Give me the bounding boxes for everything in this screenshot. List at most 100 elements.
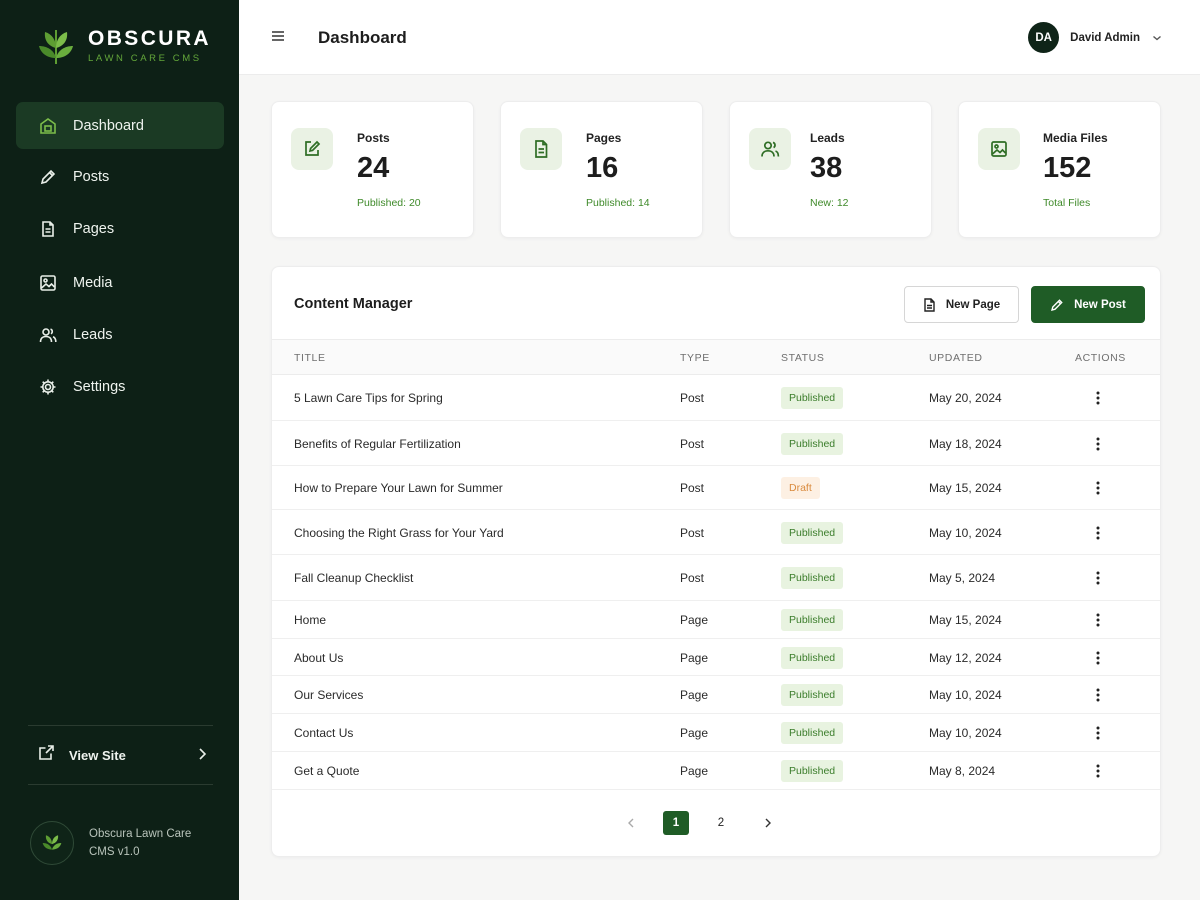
sidebar-item-label: Posts <box>73 168 110 185</box>
table-row[interactable]: Fall Cleanup Checklist Post Published May 5… <box>272 555 1160 601</box>
table-row[interactable]: Contact Us Page Published May 10, 2024 <box>272 714 1160 752</box>
more-actions-icon[interactable] <box>1090 480 1106 496</box>
row-title[interactable]: 5 Lawn Care Tips for Spring <box>294 391 443 405</box>
status-badge: Published <box>781 684 844 706</box>
column-header-title[interactable]: TITLE <box>294 352 326 364</box>
image-icon <box>978 128 1020 170</box>
row-title[interactable]: Contact Us <box>294 726 353 740</box>
more-actions-icon[interactable] <box>1090 570 1106 586</box>
table-row[interactable]: Get a Quote Page Published May 8, 2024 <box>272 752 1160 790</box>
sidebar-item-label: Settings <box>73 378 126 395</box>
new-post-button[interactable]: New Post <box>1031 286 1145 323</box>
column-header-type[interactable]: TYPE <box>680 352 710 364</box>
table-row[interactable]: 5 Lawn Care Tips for Spring Post Published… <box>272 375 1160 421</box>
stat-value: 38 <box>810 152 843 184</box>
row-type: Post <box>680 391 705 405</box>
more-actions-icon[interactable] <box>1090 687 1106 703</box>
user-name: David Admin <box>1070 31 1140 44</box>
row-updated: May 10, 2024 <box>929 688 1002 702</box>
brand-name: OBSCURA <box>88 27 211 50</box>
sidebar-divider <box>28 784 213 785</box>
table-row[interactable]: Our Services Page Published May 10, 2024 <box>272 676 1160 714</box>
pencil-icon <box>38 167 58 187</box>
stat-label: Posts <box>357 131 390 145</box>
table-row[interactable]: Benefits of Regular Fertilization Post Pub… <box>272 421 1160 466</box>
users-icon <box>749 128 791 170</box>
more-actions-icon[interactable] <box>1090 650 1106 666</box>
row-title[interactable]: About Us <box>294 651 343 665</box>
sidebar-item-label: Dashboard <box>73 117 144 134</box>
sidebar-footer: Obscura Lawn Care CMS v1.0 <box>30 821 204 865</box>
chevron-right-icon <box>765 818 771 828</box>
more-actions-icon[interactable] <box>1090 725 1106 741</box>
sidebar-item-media[interactable]: Media <box>16 259 224 306</box>
more-actions-icon[interactable] <box>1090 436 1106 452</box>
more-actions-icon[interactable] <box>1090 525 1106 541</box>
stat-subtext: Published: 14 <box>586 197 650 209</box>
column-header-updated[interactable]: UPDATED <box>929 352 983 364</box>
row-updated: May 15, 2024 <box>929 613 1002 627</box>
leaf-logo-icon <box>42 835 62 850</box>
stat-card-pages[interactable]: Pages 16 Published: 14 <box>500 101 703 238</box>
stat-card-media[interactable]: Media Files 152 Total Files <box>958 101 1161 238</box>
external-link-icon <box>38 744 55 766</box>
row-title[interactable]: Fall Cleanup Checklist <box>294 571 413 585</box>
sidebar-item-label: Leads <box>73 326 113 343</box>
pencil-icon <box>1050 298 1064 312</box>
sidebar-item-leads[interactable]: Leads <box>16 311 224 358</box>
row-updated: May 10, 2024 <box>929 525 1002 540</box>
page-button-2[interactable]: 2 <box>708 811 734 835</box>
content-manager-title: Content Manager <box>294 296 413 312</box>
row-title[interactable]: Benefits of Regular Fertilization <box>294 437 461 451</box>
app-version-text: Obscura Lawn Care CMS v1.0 <box>89 828 192 858</box>
view-site-link[interactable]: View Site <box>28 735 213 775</box>
next-page-button[interactable] <box>755 811 781 835</box>
row-type: Page <box>680 650 709 665</box>
new-page-button[interactable]: New Page <box>904 286 1019 323</box>
pagination: 1 2 <box>272 811 1160 837</box>
stat-card-leads[interactable]: Leads 38 New: 12 <box>729 101 932 238</box>
sidebar-item-label: Media <box>73 274 113 291</box>
row-title[interactable]: Our Services <box>294 688 363 702</box>
stat-subtext: Total Files <box>1043 197 1091 209</box>
stat-subtext: Published: 20 <box>357 197 421 209</box>
row-updated: May 12, 2024 <box>929 650 1002 665</box>
brand-logo[interactable]: OBSCURA LAWN CARE CMS <box>38 26 211 66</box>
more-actions-icon[interactable] <box>1090 612 1106 628</box>
page-button-1[interactable]: 1 <box>663 811 689 835</box>
row-title[interactable]: How to Prepare Your Lawn for Summer <box>294 481 503 495</box>
row-type: Page <box>680 688 709 702</box>
row-type: Post <box>680 525 705 540</box>
table-row[interactable]: Choosing the Right Grass for Your Yard Po… <box>272 510 1160 555</box>
table-row[interactable]: How to Prepare Your Lawn for Summer Post D… <box>272 466 1160 510</box>
row-type: Post <box>680 481 705 495</box>
hamburger-menu-icon[interactable] <box>270 28 288 46</box>
prev-page-button[interactable] <box>618 811 644 835</box>
document-icon <box>38 219 58 239</box>
more-actions-icon[interactable] <box>1090 763 1106 779</box>
edit-icon <box>291 128 333 170</box>
row-type: Page <box>680 764 709 778</box>
stat-card-posts[interactable]: Posts 24 Published: 20 <box>271 101 474 238</box>
sidebar-item-dashboard[interactable]: Dashboard <box>16 102 224 149</box>
more-actions-icon[interactable] <box>1090 390 1106 406</box>
row-title[interactable]: Home <box>294 613 326 627</box>
column-header-status[interactable]: STATUS <box>781 352 824 364</box>
sidebar-item-posts[interactable]: Posts <box>16 153 224 200</box>
brand-tagline: LAWN CARE CMS <box>88 53 202 64</box>
status-badge: Published <box>781 722 844 744</box>
status-badge: Draft <box>781 477 820 499</box>
sidebar-divider <box>28 725 213 726</box>
status-badge: Published <box>781 760 844 782</box>
row-title[interactable]: Get a Quote <box>294 764 359 778</box>
user-menu[interactable]: DA David Admin <box>1028 22 1162 53</box>
table-row[interactable]: Home Page Published May 15, 2024 <box>272 601 1160 639</box>
stat-label: Leads <box>810 131 845 145</box>
row-updated: May 5, 2024 <box>929 571 996 585</box>
row-updated: May 18, 2024 <box>929 436 1002 451</box>
sidebar-item-pages[interactable]: Pages <box>16 205 224 252</box>
row-title[interactable]: Choosing the Right Grass for Your Yard <box>294 526 504 540</box>
table-row[interactable]: About Us Page Published May 12, 2024 <box>272 639 1160 676</box>
avatar: DA <box>1028 22 1060 53</box>
sidebar-item-settings[interactable]: Settings <box>16 363 224 410</box>
